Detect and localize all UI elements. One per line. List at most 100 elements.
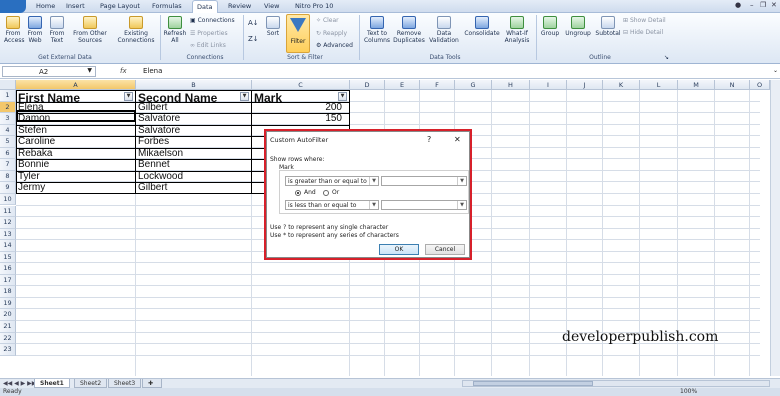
existing-connections-button[interactable]: Existing Connections xyxy=(116,16,156,44)
and-radio[interactable] xyxy=(295,190,301,196)
column-header[interactable]: J xyxy=(567,80,603,90)
ok-button[interactable]: OK xyxy=(379,244,419,255)
row-header[interactable]: 23 xyxy=(0,344,16,356)
tab-insert[interactable]: Insert xyxy=(66,2,85,10)
cancel-button[interactable]: Cancel xyxy=(425,244,465,255)
sort-ascending-icon[interactable]: A↓ xyxy=(248,19,259,27)
tab-home[interactable]: Home xyxy=(36,2,55,10)
formula-input[interactable]: Elena xyxy=(143,67,162,75)
row-header[interactable]: 9 xyxy=(0,182,16,194)
column-header[interactable]: L xyxy=(640,80,678,90)
file-button[interactable] xyxy=(0,0,26,13)
row-header[interactable]: 22 xyxy=(0,332,16,345)
remove-duplicates-button[interactable]: Remove Duplicates xyxy=(393,16,425,44)
zoom-level[interactable]: 100% xyxy=(680,388,697,395)
operator-select-1[interactable]: is greater than or equal to ▼ xyxy=(285,176,379,186)
row-header[interactable]: 13 xyxy=(0,228,16,241)
sheet-tab-sheet1[interactable]: Sheet1 xyxy=(34,379,70,388)
row-header[interactable]: 1 xyxy=(0,90,16,102)
operator-select-2[interactable]: is less than or equal to ▼ xyxy=(285,200,379,210)
row-header[interactable]: 3 xyxy=(0,113,16,125)
column-header[interactable]: A xyxy=(16,80,136,90)
connections-button[interactable]: ▣ Connections xyxy=(190,17,235,24)
group-button[interactable]: Group xyxy=(539,16,561,37)
sheet-nav-arrows-icon[interactable]: ◀◀ ◀ ▶ ▶▶ xyxy=(3,380,36,387)
close-icon[interactable]: ✕ xyxy=(454,135,461,144)
hide-detail-button[interactable]: ⊟ Hide Detail xyxy=(623,29,663,36)
column-header[interactable]: G xyxy=(455,80,492,90)
row-header[interactable]: 14 xyxy=(0,240,16,252)
or-radio[interactable] xyxy=(323,190,329,196)
subtotal-button[interactable]: Subtotal xyxy=(594,16,622,37)
edit-links-button[interactable]: ∞ Edit Links xyxy=(190,42,226,49)
show-detail-button[interactable]: ⊞ Show Detail xyxy=(623,17,666,24)
vertical-scrollbar[interactable] xyxy=(770,80,780,376)
row-header[interactable]: 7 xyxy=(0,159,16,171)
properties-button[interactable]: ☰ Properties xyxy=(190,30,228,37)
minimize-icon[interactable]: – xyxy=(750,1,754,9)
horizontal-scrollbar[interactable] xyxy=(462,380,770,387)
row-header[interactable]: 8 xyxy=(0,170,16,183)
row-header[interactable]: 16 xyxy=(0,263,16,275)
row-header[interactable]: 2 xyxy=(0,101,16,114)
new-sheet-icon[interactable]: ✚ xyxy=(142,379,162,388)
consolidate-button[interactable]: Consolidate xyxy=(464,16,500,37)
column-header[interactable]: N xyxy=(715,80,750,90)
column-header[interactable]: H xyxy=(492,80,530,90)
from-web-button[interactable]: From Web xyxy=(26,16,44,44)
row-header[interactable]: 21 xyxy=(0,321,16,333)
from-access-button[interactable]: From Access xyxy=(4,16,25,44)
filter-button[interactable]: Filter xyxy=(286,14,310,53)
refresh-all-button[interactable]: Refresh All xyxy=(163,16,187,44)
tab-view[interactable]: View xyxy=(264,2,279,10)
name-box[interactable]: A2 ▼ xyxy=(2,66,96,77)
column-header[interactable]: I xyxy=(530,80,567,90)
row-header[interactable]: 6 xyxy=(0,147,16,160)
dialog-launcher-icon[interactable]: ↘ xyxy=(664,54,669,61)
chevron-down-icon[interactable]: ▼ xyxy=(87,67,92,74)
scroll-thumb[interactable] xyxy=(473,381,593,386)
column-header[interactable]: O xyxy=(750,80,770,90)
data-validation-button[interactable]: Data Validation xyxy=(426,16,462,44)
select-all-corner[interactable] xyxy=(0,80,16,90)
column-header[interactable]: K xyxy=(603,80,640,90)
text-to-columns-button[interactable]: Text to Columns xyxy=(362,16,392,44)
row-header[interactable]: 10 xyxy=(0,193,16,206)
tab-data[interactable]: Data xyxy=(192,0,218,13)
sort-descending-icon[interactable]: Z↓ xyxy=(248,35,259,43)
help-icon[interactable]: ? xyxy=(427,135,431,144)
column-header[interactable]: F xyxy=(420,80,455,90)
what-if-analysis-button[interactable]: What-If Analysis xyxy=(502,16,532,44)
tab-formulas[interactable]: Formulas xyxy=(152,2,182,10)
row-header[interactable]: 17 xyxy=(0,274,16,287)
tab-nitro[interactable]: Nitro Pro 10 xyxy=(295,2,333,10)
from-text-button[interactable]: From Text xyxy=(48,16,66,44)
close-icon[interactable]: ✕ xyxy=(771,1,777,9)
tab-page-layout[interactable]: Page Layout xyxy=(100,2,140,10)
sheet-tab-sheet2[interactable]: Sheet2 xyxy=(74,379,108,388)
row-header[interactable]: 11 xyxy=(0,205,16,218)
column-header[interactable]: C xyxy=(252,80,350,90)
row-header[interactable]: 5 xyxy=(0,136,16,148)
row-header[interactable]: 15 xyxy=(0,251,16,264)
ungroup-button[interactable]: Ungroup xyxy=(563,16,593,37)
row-header[interactable]: 19 xyxy=(0,297,16,310)
column-header[interactable]: M xyxy=(678,80,715,90)
sheet-tab-sheet3[interactable]: Sheet3 xyxy=(108,379,142,388)
help-icon[interactable]: ● xyxy=(735,1,741,9)
value-select-1[interactable]: ▼ xyxy=(381,176,467,186)
row-header[interactable]: 20 xyxy=(0,309,16,321)
restore-icon[interactable]: ❐ xyxy=(760,1,766,9)
clear-filter-button[interactable]: ✧ Clear xyxy=(316,17,339,24)
from-other-sources-button[interactable]: From Other Sources xyxy=(70,16,110,44)
expand-formula-icon[interactable]: ⌄ xyxy=(773,67,778,74)
row-header[interactable]: 18 xyxy=(0,286,16,298)
advanced-filter-button[interactable]: ⚙ Advanced xyxy=(316,42,353,49)
column-header[interactable]: B xyxy=(136,80,252,90)
reapply-button[interactable]: ↻ Reapply xyxy=(316,30,347,37)
value-select-2[interactable]: ▼ xyxy=(381,200,467,210)
insert-function-icon[interactable]: fx xyxy=(120,67,127,75)
sort-button[interactable]: Sort xyxy=(263,16,283,37)
row-header[interactable]: 4 xyxy=(0,124,16,137)
row-header[interactable]: 12 xyxy=(0,217,16,229)
